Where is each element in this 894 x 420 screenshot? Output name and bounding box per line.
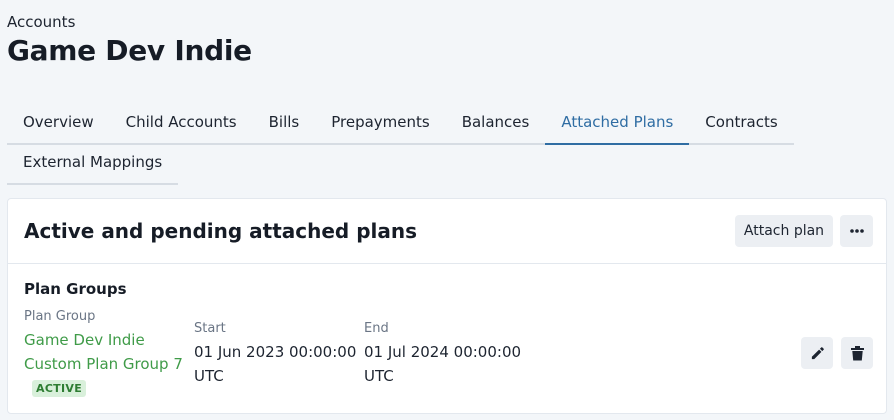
start-date: 01 Jun 2023 00:00:00 (194, 343, 357, 361)
delete-button[interactable] (841, 337, 873, 369)
card-header: Active and pending attached plans Attach… (8, 199, 886, 264)
end-date: 01 Jul 2024 00:00:00 (364, 343, 522, 361)
tab-attached-plans[interactable]: Attached Plans (545, 102, 690, 145)
more-options-button[interactable] (840, 215, 873, 247)
pencil-icon (811, 346, 824, 359)
tab-balances[interactable]: Balances (446, 102, 546, 145)
end-timezone: UTC (364, 367, 394, 385)
tab-contracts[interactable]: Contracts (689, 102, 793, 145)
edit-button[interactable] (801, 337, 833, 369)
tab-child-accounts[interactable]: Child Accounts (110, 102, 253, 145)
attach-plan-button[interactable]: Attach plan (735, 215, 833, 247)
plan-group-link-line-2[interactable]: Custom Plan Group 7 (24, 355, 183, 373)
tab-bills[interactable]: Bills (253, 102, 316, 145)
start-timezone: UTC (194, 367, 224, 385)
attached-plans-card: Active and pending attached plans Attach… (7, 198, 887, 414)
tab-bar: Overview Child Accounts Bills Prepayment… (7, 102, 794, 145)
breadcrumb[interactable]: Accounts (7, 13, 75, 31)
tab-prepayments[interactable]: Prepayments (315, 102, 445, 145)
start-column-label: Start (194, 321, 226, 336)
tab-bar-row-2: External Mappings (7, 142, 179, 185)
section-title: Plan Groups (24, 280, 127, 298)
trash-icon (850, 345, 864, 360)
tab-external-mappings[interactable]: External Mappings (7, 142, 178, 185)
page-title: Game Dev Indie (7, 34, 252, 67)
plan-group-column-label: Plan Group (24, 309, 96, 324)
end-column-label: End (364, 321, 389, 336)
more-horizontal-icon (849, 229, 864, 233)
plan-group-link[interactable]: Game Dev Indie (24, 331, 145, 349)
tab-overview[interactable]: Overview (7, 102, 110, 145)
status-badge: ACTIVE (32, 380, 87, 397)
card-title: Active and pending attached plans (24, 219, 417, 243)
